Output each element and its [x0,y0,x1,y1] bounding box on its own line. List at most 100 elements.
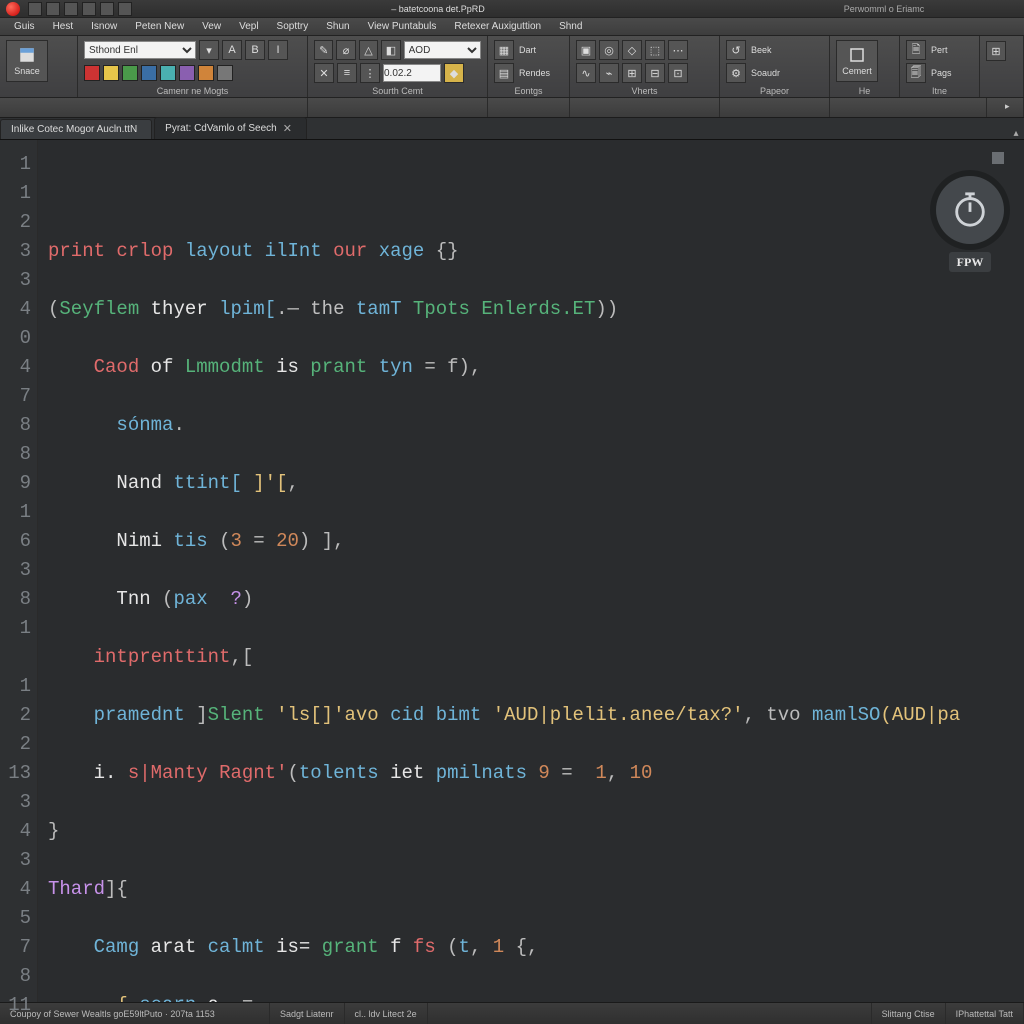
menu-item[interactable]: Shnd [551,21,590,32]
toolbar-icon[interactable]: ⊞ [986,41,1006,61]
toolbar-icon[interactable]: A [222,40,242,60]
subtab[interactable] [308,98,488,117]
color-swatch[interactable] [84,65,100,81]
code-editor[interactable]: 1123 3404 7889 1638 112 21334 3457 81119… [0,140,1024,1002]
toolbar-icon[interactable]: ✎ [314,40,333,60]
status-segment: Coupoy of Sewer Wealtls goE59ltPuto · 20… [0,1003,270,1024]
status-segment[interactable]: cl.. ldv Litect 2e [345,1003,428,1024]
color-swatch[interactable] [198,65,214,81]
toolbar-icon[interactable]: ⊟ [645,63,665,83]
toolbar-icon[interactable]: B [245,40,265,60]
ribbon-label: Pert [931,45,948,55]
color-swatch[interactable] [217,65,233,81]
menu-item[interactable]: Retexer Auxiguttion [446,21,549,32]
comert-button[interactable]: Cemert [836,40,878,82]
menu-bar: Guis Hest Isnow Peten New Vew Vepl Soptt… [0,18,1024,36]
snace-button[interactable]: Snace [6,40,48,82]
quick-access-icons[interactable] [28,2,132,16]
color-swatch[interactable] [122,65,138,81]
status-segment[interactable]: Sadgt Liatenr [270,1003,345,1024]
toolbar-icon[interactable]: ≡ [337,63,357,83]
scroll-up-icon[interactable]: ▴ [1008,128,1024,139]
toolbar-icon[interactable]: ⌁ [599,63,619,83]
ribbon-label: Rendes [519,68,550,78]
toolbar-icon[interactable]: 🗎 [906,40,926,60]
panel-label: Camenr ne Mogts [78,86,307,96]
menu-item[interactable]: Peten New [127,21,192,32]
fpw-badge: FPW [949,252,992,272]
window-title: – batetcoona det.PpRD [132,4,744,14]
toolbar-icon[interactable]: ◎ [599,40,619,60]
menu-item[interactable]: Vepl [231,21,266,32]
menu-item[interactable]: Isnow [83,21,125,32]
ribbon-subtabs: ▸ [0,98,1024,118]
dropdown-icon[interactable]: ▾ [199,40,219,60]
toolbar-icon[interactable]: ✕ [314,63,334,83]
color-swatch[interactable] [103,65,119,81]
panel-label: Vherts [570,86,719,96]
toolbar-icon[interactable]: 🗐 [906,63,926,83]
line-gutter: 1123 3404 7889 1638 112 21334 3457 81119… [0,140,38,1002]
subtab[interactable] [720,98,830,117]
panel-label: Papeor [720,86,829,96]
file-tab-label: Inlike Cotec Mogor Aucln.ttN [11,124,137,135]
stopwatch-icon[interactable] [936,176,1004,244]
file-tab-active[interactable]: Pyrat: CdVamlo of Seech ✕ [154,117,307,139]
subtab[interactable] [570,98,720,117]
file-tab-bar: Inlike Cotec Mogor Aucln.ttN Pyrat: CdVa… [0,118,1024,140]
toolbar-icon[interactable]: ⋯ [668,40,688,60]
snace-label: Snace [14,66,40,76]
panel-label: Eontgs [488,86,569,96]
close-tab-icon[interactable]: ✕ [283,122,292,135]
close-window-icon[interactable] [6,2,20,16]
status-bar: Coupoy of Sewer Wealtls goE59ltPuto · 20… [0,1002,1024,1024]
toolbar-icon[interactable]: ⋮ [360,63,380,83]
font-select[interactable]: Sthond Enl [84,41,196,59]
ribbon-label: Beek [751,45,772,55]
numeric-input[interactable] [383,64,441,82]
status-segment[interactable]: IPhattettal Tatt [946,1003,1024,1024]
toolbar-icon[interactable]: ◇ [622,40,642,60]
toolbar-icon[interactable]: ⚙ [726,63,746,83]
menu-item[interactable]: View Puntabuls [360,21,445,32]
toolbar-icon[interactable]: ∿ [576,63,596,83]
ribbon-label: Pags [931,68,952,78]
toolbar-icon[interactable]: ⬚ [645,40,665,60]
toolbar-icon[interactable]: ↺ [726,40,746,60]
toolbar-icon[interactable]: △ [359,40,378,60]
aod-select[interactable]: AOD [404,41,481,59]
status-segment[interactable]: Slittang Ctise [872,1003,946,1024]
color-swatch[interactable] [141,65,157,81]
subtab-arrow[interactable]: ▸ [987,98,1024,117]
subtab[interactable] [488,98,570,117]
toolbar-icon[interactable]: ⌀ [336,40,355,60]
toolbar-icon[interactable]: ⊞ [622,63,642,83]
panel-label: Sourth Cemt [308,86,487,96]
ribbon-label: Soaudr [751,68,780,78]
widget-handle-icon[interactable] [992,152,1004,164]
toolbar-icon[interactable]: ▤ [494,63,514,83]
toolbar-icon[interactable]: ◧ [381,40,400,60]
menu-item[interactable]: Vew [194,21,229,32]
menu-item[interactable]: Hest [45,21,82,32]
subtab[interactable] [0,98,308,117]
comert-label: Cemert [842,66,872,76]
subtab[interactable] [830,98,987,117]
window-titlebar: – batetcoona det.PpRD Perwomml o Eriamc [0,0,1024,18]
menu-item[interactable]: Sopttry [269,21,317,32]
toolbar-icon[interactable]: I [268,40,288,60]
toolbar-icon[interactable]: ⊡ [668,63,688,83]
code-area[interactable]: print crlop layout ilInt our xage {} (Se… [38,140,1024,1002]
menu-item[interactable]: Shun [318,21,357,32]
status-spacer [428,1003,872,1024]
color-swatch[interactable] [179,65,195,81]
menu-item[interactable]: Guis [6,21,43,32]
toolbar-icon[interactable]: ▦ [494,40,514,60]
toolbar-icon[interactable]: ▣ [576,40,596,60]
color-swatch[interactable] [160,65,176,81]
file-tab-label: Pyrat: CdVamlo of Seech [165,123,277,134]
file-tab[interactable]: Inlike Cotec Mogor Aucln.ttN [0,119,152,139]
toolbar-icon[interactable]: ◆ [444,63,464,83]
panel-label: Itne [900,86,979,96]
ribbon-label: Dart [519,45,536,55]
